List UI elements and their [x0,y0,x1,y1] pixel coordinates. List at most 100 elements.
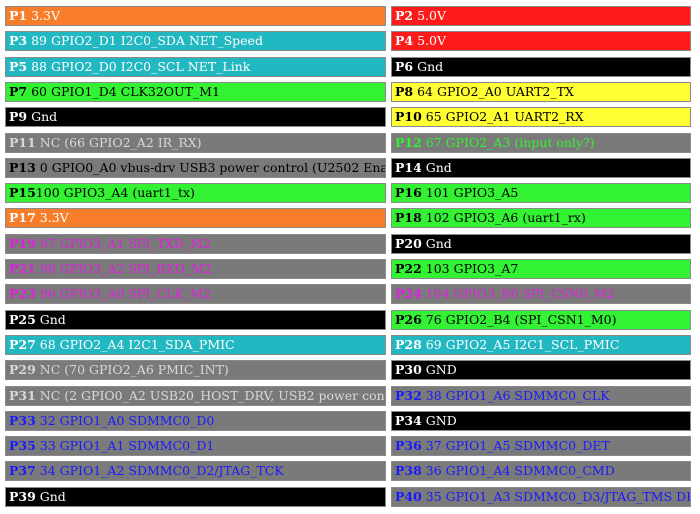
pin-function: 36 GPIO1_A4 SDMMC0_CMD [421,463,615,478]
pin-function: 35 GPIO1_A3 SDMMC0_D3/JTAG_TMS DET [421,489,691,504]
pin-cell-p22: P22 103 GPIO3_A7 [391,259,691,279]
pin-cell-p27: P27 68 GPIO2_A4 I2C1_SDA_PMIC [5,335,386,355]
pin-number: P33 [9,413,36,428]
pin-number: P15 [9,185,36,200]
pin-number: P19 [9,236,36,251]
pin-number: P20 [395,236,422,251]
pin-number: P25 [9,312,36,327]
pin-number: P26 [395,312,422,327]
pin-number: P1 [9,8,28,23]
pin-function: 34 GPIO1_A2 SDMMC0_D2/JTAG_TCK [35,463,284,478]
pin-cell-p6: P6 Gnd [391,57,691,77]
pin-function: Gnd [421,160,452,175]
pin-function: 100 GPIO3_A4 (uart1_tx) [35,185,195,200]
pin-cell-p23: P23 96 GPIO3_A0 SPI_CLK_M2 [5,284,386,304]
pin-number: P32 [395,388,422,403]
pin-cell-p36: P36 37 GPIO1_A5 SDMMC0_DET [391,436,691,456]
pin-cell-p37: P37 34 GPIO1_A2 SDMMC0_D2/JTAG_TCK [5,461,386,481]
pin-function: Gnd [35,312,66,327]
pin-cell-p7: P7 60 GPIO1_D4 CLK32OUT_M1 [5,82,386,102]
pin-cell-p25: P25 Gnd [5,310,386,330]
pin-number: P5 [9,59,28,74]
pin-number: P27 [9,337,36,352]
pin-number: P14 [395,160,422,175]
pin-function: 32 GPIO1_A0 SDMMC0_D0 [35,413,215,428]
pin-number: P6 [395,59,414,74]
pin-cell-p21: P21 98 GPIO3_A2 SPI_RXD_M2 [5,259,386,279]
pin-number: P2 [395,8,414,23]
pin-function: 68 GPIO2_A4 I2C1_SDA_PMIC [35,337,235,352]
pin-number: P9 [9,109,28,124]
pin-cell-p40: P40 35 GPIO1_A3 SDMMC0_D3/JTAG_TMS DET [391,487,691,507]
pin-number: P8 [395,84,414,99]
pin-cell-p1: P1 3.3V [5,6,386,26]
gpio-pinout-table: P1 3.3V P2 5.0V P3 89 GPIO2_D1 I2C0_SDA NE… [0,0,700,514]
pin-number: P18 [395,210,422,225]
pin-number: P37 [9,463,36,478]
pin-number: P36 [395,438,422,453]
pin-cell-p15: P15100 GPIO3_A4 (uart1_tx) [5,183,386,203]
pin-function: 5.0V [413,8,446,23]
pin-number: P4 [395,33,414,48]
pin-function: 98 GPIO3_A2 SPI_RXD_M2 [35,261,212,276]
pin-number: P17 [9,210,36,225]
pin-function: 96 GPIO3_A0 SPI_CLK_M2 [35,286,211,301]
pin-function: 33 GPIO1_A1 SDMMC0_D1 [35,438,215,453]
pin-function: GND [421,362,457,377]
pin-cell-p8: P8 64 GPIO2_A0 UART2_TX [391,82,691,102]
pin-cell-p39: P39 Gnd [5,487,386,507]
pin-cell-p14: P14 Gnd [391,158,691,178]
pin-cell-p12: P12 67 GPIO2_A3 (input only?) [391,133,691,153]
pin-number: P29 [9,362,36,377]
pin-function: 97 GPIO3_A1 SPI_TXD_M2 [35,236,211,251]
pin-cell-p34: P34 GND [391,411,691,431]
pin-cell-p31: P31 NC (2 GPIO0_A2 USB20_HOST_DRV, USB2 … [5,386,386,406]
pin-number: P35 [9,438,36,453]
pin-number: P21 [9,261,36,276]
pin-function: 64 GPIO2_A0 UART2_TX [413,84,574,99]
pin-cell-p11: P11 NC (66 GPIO2_A2 IR_RX) [5,133,386,153]
pin-function: Gnd [421,236,452,251]
pin-function: 76 GPIO2_B4 (SPI_CSN1_M0) [421,312,617,327]
pin-function: Gnd [27,109,58,124]
pin-function: 102 GPIO3_A6 (uart1_rx) [421,210,586,225]
pin-cell-p18: P18 102 GPIO3_A6 (uart1_rx) [391,208,691,228]
pin-function: NC (66 GPIO2_A2 IR_RX) [35,135,202,150]
pin-function: 104 GPIO3_B0 SPI_CSN0_M2 [421,286,615,301]
pin-number: P40 [395,489,422,504]
pin-function: 89 GPIO2_D1 I2C0_SDA NET_Speed [27,33,263,48]
pin-number: P10 [395,109,422,124]
pin-number: P38 [395,463,422,478]
pin-cell-p28: P28 69 GPIO2_A5 I2C1_SCL_PMIC [391,335,691,355]
pin-function: Gnd [35,489,66,504]
pin-function: GND [421,413,457,428]
pin-cell-p24: P24 104 GPIO3_B0 SPI_CSN0_M2 [391,284,691,304]
pin-number: P7 [9,84,28,99]
pin-function: 38 GPIO1_A6 SDMMC0_CLK [421,388,610,403]
pin-number: P28 [395,337,422,352]
pin-cell-p3: P3 89 GPIO2_D1 I2C0_SDA NET_Speed [5,31,386,51]
pin-cell-p9: P9 Gnd [5,107,386,127]
pin-function: 3.3V [35,210,69,225]
pin-cell-p5: P5 88 GPIO2_D0 I2C0_SCL NET_Link [5,57,386,77]
pin-cell-p33: P33 32 GPIO1_A0 SDMMC0_D0 [5,411,386,431]
pin-function: 65 GPIO2_A1 UART2_RX [421,109,584,124]
pin-function: 101 GPIO3_A5 [421,185,519,200]
pin-number: P11 [9,135,36,150]
pin-function: 3.3V [27,8,60,23]
pin-cell-p35: P35 33 GPIO1_A1 SDMMC0_D1 [5,436,386,456]
pin-function: 60 GPIO1_D4 CLK32OUT_M1 [27,84,220,99]
pin-function: NC (2 GPIO0_A2 USB20_HOST_DRV, USB2 powe… [35,388,386,403]
pin-cell-p4: P4 5.0V [391,31,691,51]
pin-cell-p29: P29 NC (70 GPIO2_A6 PMIC_INT) [5,360,386,380]
pin-function: 37 GPIO1_A5 SDMMC0_DET [421,438,610,453]
pin-function: 69 GPIO2_A5 I2C1_SCL_PMIC [421,337,620,352]
pin-number: P24 [395,286,422,301]
pin-number: P13 [9,160,36,175]
pin-cell-p2: P2 5.0V [391,6,691,26]
pin-function: 0 GPIO0_A0 vbus-drv USB3 power control (… [35,160,386,175]
pin-number: P30 [395,362,422,377]
pin-number: P23 [9,286,36,301]
pin-function: 5.0V [413,33,446,48]
pin-number: P12 [395,135,422,150]
